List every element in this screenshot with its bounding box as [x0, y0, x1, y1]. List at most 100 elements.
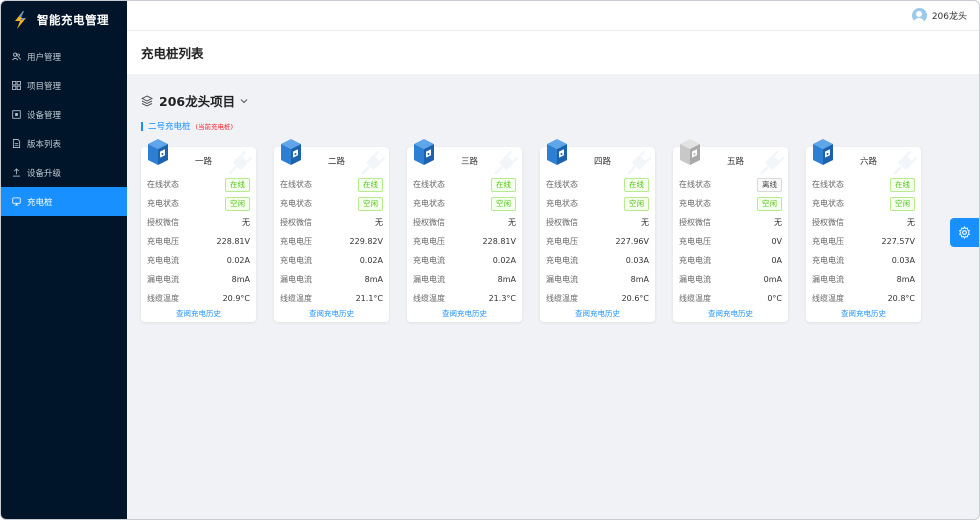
sidebar-item-label: 设备升级	[27, 168, 62, 179]
sidebar-item-devices[interactable]: 设备管理	[1, 100, 127, 129]
cable-temp-row: 线缆温度 20.9°C	[147, 289, 250, 308]
auth-wechat-value: 无	[907, 218, 915, 227]
user-menu[interactable]: 206龙头	[911, 8, 967, 23]
cable-temp-value: 20.9°C	[222, 294, 250, 303]
online-status-row: 在线状态 在线	[280, 175, 383, 194]
sidebar-item-upgrade[interactable]: 设备升级	[1, 158, 127, 187]
charger-section-header: 二号充电桩 (当前充电桩)	[141, 120, 233, 132]
auth-wechat-label: 授权微信	[413, 218, 445, 227]
auth-wechat-value: 无	[641, 218, 649, 227]
app-name: 智能充电管理	[37, 13, 109, 27]
port-card: 六路 在线状态 在线 充电状态 空闲 授权微信 无 充电电压 227.57V 充…	[806, 139, 921, 322]
port-card: 四路 在线状态 在线 充电状态 空闲 授权微信 无 充电电压 227.96V 充…	[540, 139, 655, 322]
leak-current-label: 漏电电流	[546, 275, 578, 284]
sidebar-item-versions[interactable]: 版本列表	[1, 129, 127, 158]
online-status-badge: 在线	[225, 177, 250, 192]
port-details: 在线状态 在线 充电状态 空闲 授权微信 无 充电电压 227.57V 充电电流…	[812, 175, 915, 308]
voltage-value: 228.81V	[482, 237, 516, 246]
auth-wechat-row: 授权微信 无	[280, 213, 383, 232]
auth-wechat-row: 授权微信 无	[679, 213, 782, 232]
sidebar-item-users[interactable]: 用户管理	[1, 42, 127, 71]
port-name: 四路	[593, 157, 611, 167]
cable-temp-value: 20.6°C	[621, 294, 649, 303]
charge-status-label: 充电状态	[280, 199, 312, 208]
online-status-label: 在线状态	[679, 180, 711, 189]
current-label: 充电电流	[679, 256, 711, 265]
auth-wechat-value: 无	[774, 218, 782, 227]
auth-wechat-value: 无	[375, 218, 383, 227]
auth-wechat-row: 授权微信 无	[147, 213, 250, 232]
lightning-logo-icon	[13, 11, 28, 29]
cable-temp-row: 线缆温度 20.8°C	[812, 289, 915, 308]
sidebar-menu: 用户管理 项目管理 设备管理 版本列表 设备升级 充电桩	[1, 42, 127, 216]
sidebar: 智能充电管理 用户管理 项目管理 设备管理 版本列表 设备升级 充电桩	[1, 1, 127, 519]
online-status-badge: 在线	[890, 177, 915, 192]
port-details: 在线状态 在线 充电状态 空闲 授权微信 无 充电电压 228.81V 充电电流…	[147, 175, 250, 308]
page-title: 充电桩列表	[141, 46, 204, 61]
view-history-link[interactable]: 查阅充电历史	[407, 308, 522, 319]
cable-temp-label: 线缆温度	[147, 294, 179, 303]
sidebar-item-chargers[interactable]: 充电桩	[1, 187, 127, 216]
leak-current-row: 漏电电流 8mA	[413, 270, 516, 289]
port-card: 一路 在线状态 在线 充电状态 空闲 授权微信 无 充电电压 228.81V 充…	[141, 139, 256, 322]
view-history-link[interactable]: 查阅充电历史	[806, 308, 921, 319]
current-value: 0.02A	[359, 256, 383, 265]
leak-current-value: 8mA	[630, 275, 649, 284]
current-row: 充电电流 0.02A	[413, 251, 516, 270]
document-icon	[11, 139, 21, 149]
leak-current-row: 漏电电流 8mA	[280, 270, 383, 289]
port-card: 二路 在线状态 在线 充电状态 空闲 授权微信 无 充电电压 229.82V 充…	[274, 139, 389, 322]
cable-temp-value: 21.1°C	[355, 294, 383, 303]
charge-status-label: 充电状态	[413, 199, 445, 208]
section-accent-bar	[141, 121, 143, 131]
charge-status-row: 充电状态 空闲	[812, 194, 915, 213]
cable-temp-row: 线缆温度 21.1°C	[280, 289, 383, 308]
sidebar-item-projects[interactable]: 项目管理	[1, 71, 127, 100]
project-selector[interactable]: 206龙头项目	[141, 91, 248, 110]
voltage-value: 0V	[771, 237, 782, 246]
voltage-row: 充电电压 228.81V	[413, 232, 516, 251]
charge-status-row: 充电状态 空闲	[147, 194, 250, 213]
charge-status-badge: 空闲	[624, 196, 649, 211]
online-status-badge: 离线	[757, 177, 782, 192]
current-label: 充电电流	[280, 256, 312, 265]
project-name: 206龙头项目	[159, 94, 236, 109]
view-history-link[interactable]: 查阅充电历史	[141, 308, 256, 319]
sidebar-item-label: 充电桩	[27, 197, 53, 208]
online-status-label: 在线状态	[147, 180, 179, 189]
username: 206龙头	[931, 12, 967, 22]
current-label: 充电电流	[147, 256, 179, 265]
current-row: 充电电流 0.02A	[280, 251, 383, 270]
project-icon	[11, 81, 21, 91]
charge-status-label: 充电状态	[147, 199, 179, 208]
charge-status-row: 充电状态 空闲	[280, 194, 383, 213]
brand: 智能充电管理	[1, 1, 127, 39]
auth-wechat-label: 授权微信	[147, 218, 179, 227]
charge-status-label: 充电状态	[812, 199, 844, 208]
leak-current-label: 漏电电流	[679, 275, 711, 284]
settings-button[interactable]	[950, 218, 979, 247]
cable-temp-value: 21.3°C	[488, 294, 516, 303]
sidebar-item-label: 用户管理	[27, 52, 62, 63]
online-status-label: 在线状态	[546, 180, 578, 189]
port-details: 在线状态 在线 充电状态 空闲 授权微信 无 充电电压 227.96V 充电电流…	[546, 175, 649, 308]
view-history-link[interactable]: 查阅充电历史	[540, 308, 655, 319]
online-status-badge: 在线	[358, 177, 383, 192]
view-history-link[interactable]: 查阅充电历史	[673, 308, 788, 319]
charge-status-badge: 空闲	[358, 196, 383, 211]
auth-wechat-label: 授权微信	[546, 218, 578, 227]
current-label: 充电电流	[812, 256, 844, 265]
voltage-label: 充电电压	[679, 237, 711, 246]
port-details: 在线状态 在线 充电状态 空闲 授权微信 无 充电电压 229.82V 充电电流…	[280, 175, 383, 308]
cable-temp-label: 线缆温度	[812, 294, 844, 303]
view-history-link[interactable]: 查阅充电历史	[274, 308, 389, 319]
current-value: 0A	[771, 256, 782, 265]
voltage-value: 227.57V	[881, 237, 915, 246]
cable-temp-label: 线缆温度	[413, 294, 445, 303]
leak-current-label: 漏电电流	[147, 275, 179, 284]
charge-status-row: 充电状态 空闲	[413, 194, 516, 213]
leak-current-label: 漏电电流	[413, 275, 445, 284]
cable-temp-value: 20.8°C	[887, 294, 915, 303]
current-charger-tag: (当前充电桩)	[195, 123, 234, 131]
current-row: 充电电流 0.03A	[812, 251, 915, 270]
